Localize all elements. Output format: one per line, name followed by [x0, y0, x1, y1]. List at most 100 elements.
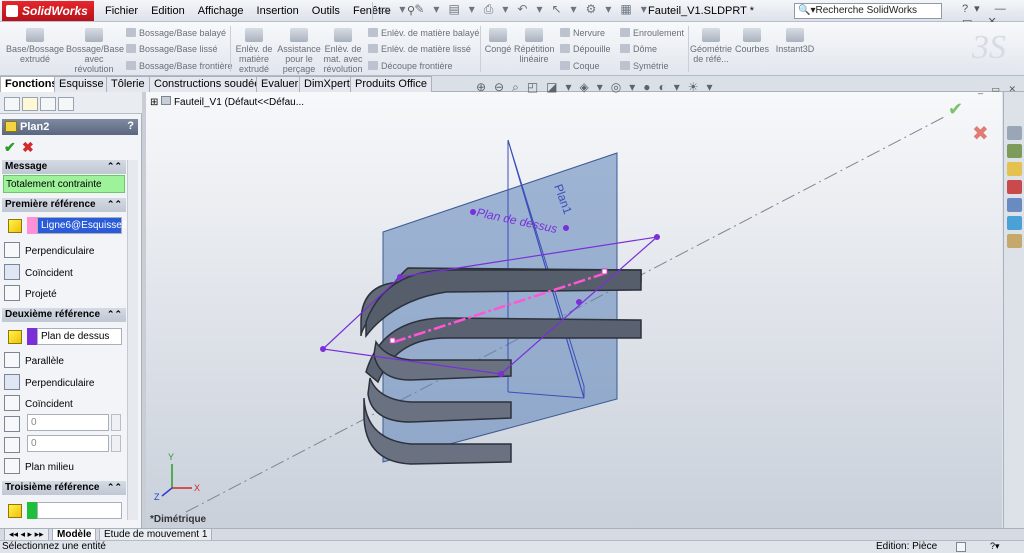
enroulement-button[interactable]: Enroulement: [620, 28, 684, 38]
confirm-corner-cancel-icon[interactable]: ✖: [972, 121, 989, 146]
menu-edition[interactable]: Edition: [151, 5, 185, 17]
bossage-revolution-button[interactable]: Bossage/Base avec révolution: [66, 28, 124, 74]
file-explorer-icon[interactable]: [1007, 162, 1022, 176]
svg-text:3S: 3S: [971, 29, 1006, 64]
view-palette-icon[interactable]: [1007, 198, 1022, 212]
geometrie-reference-button[interactable]: Géométrie de réfé...: [690, 28, 732, 64]
search-results-icon[interactable]: [1007, 180, 1022, 194]
tab-tolerie[interactable]: Tôlerie: [106, 76, 150, 92]
boundary-icon: [126, 61, 136, 70]
first-ref-projected-option[interactable]: Projeté: [4, 285, 57, 301]
instant3d-icon: [786, 28, 804, 42]
quick-access-toolbar[interactable]: ▭▾✎▾▤▾⎙▾↶▾↖▾⚙▾▦▾: [372, 2, 656, 20]
heads-up-view-toolbar[interactable]: ⊕⊖⌕◰◪▾◈▾◎▾●◐▾☀▾: [476, 80, 721, 95]
third-reference-field[interactable]: [37, 502, 122, 519]
title-bar: SolidWorks Fichier Edition Affichage Ins…: [0, 0, 1024, 28]
help-status-icon[interactable]: ?▾: [990, 541, 1000, 552]
hole-wizard-icon: [290, 28, 308, 42]
menu-outils[interactable]: Outils: [312, 5, 340, 17]
rebuild-icon[interactable]: [956, 542, 966, 552]
symetrie-button[interactable]: Symétrie: [620, 61, 669, 71]
dimxpert-manager-icon[interactable]: [58, 97, 74, 111]
configuration-manager-icon[interactable]: [40, 97, 56, 111]
tab-dimxpert[interactable]: DimXpert: [299, 76, 355, 92]
distance-input[interactable]: 0: [27, 435, 109, 452]
second-reference-section-header[interactable]: Deuxième référence ⌃⌃: [2, 308, 126, 322]
instant3d-button[interactable]: Instant3D: [774, 28, 816, 54]
dome-button[interactable]: Dôme: [620, 44, 657, 54]
property-manager-icon[interactable]: [22, 97, 38, 111]
repetition-lineaire-button[interactable]: Répétition linéaire: [514, 28, 555, 64]
first-reference-section-header[interactable]: Première référence ⌃⌃: [2, 198, 126, 212]
second-ref-perpendicular-option[interactable]: Perpendiculaire: [4, 374, 95, 390]
tab-produits-office[interactable]: Produits Office: [350, 76, 432, 92]
status-message: Sélectionnez une entité: [2, 541, 106, 552]
second-ref-parallel-option[interactable]: Parallèle: [4, 352, 64, 368]
enlev-balaye-button[interactable]: Enlèv. de matière balayé: [368, 28, 479, 38]
line-endpoint[interactable]: [601, 268, 608, 275]
message-section-header[interactable]: Message ⌃⌃: [2, 160, 126, 174]
solidworks-logo[interactable]: SolidWorks: [2, 1, 94, 21]
tab-evaluer[interactable]: Evaluer: [256, 76, 304, 92]
perpendicular-icon: [4, 242, 20, 258]
search-input[interactable]: 🔍▾Recherche SolidWorks: [794, 3, 942, 19]
help-button[interactable]: ?: [127, 120, 134, 132]
angle-input[interactable]: 0: [27, 414, 109, 431]
angle-option[interactable]: [4, 416, 25, 432]
loft-icon: [126, 44, 136, 53]
dome-icon: [620, 44, 630, 53]
collapse-icon[interactable]: ⌃⌃: [107, 199, 122, 210]
model-canvas[interactable]: Plan1 Plan de dessus Y X Z: [146, 92, 1002, 528]
feature-tree-icon[interactable]: [4, 97, 20, 111]
courbes-button[interactable]: Courbes: [734, 28, 770, 54]
decoupe-frontiere-button[interactable]: Découpe frontière: [368, 61, 453, 71]
menu-insertion[interactable]: Insertion: [257, 5, 299, 17]
menu-fichier[interactable]: Fichier: [105, 5, 138, 17]
bossage-frontiere-button[interactable]: Bossage/Base frontière: [126, 61, 233, 71]
ok-check-icon[interactable]: ✔: [4, 139, 16, 156]
confirm-corner-check-icon[interactable]: ✔: [948, 99, 963, 120]
feature-tree-flyout[interactable]: ⊞ Fauteil_V1 (Défaut<<Défau...: [150, 96, 304, 108]
tab-esquisse[interactable]: Esquisse: [54, 76, 109, 92]
depouille-button[interactable]: Dépouille: [560, 44, 611, 54]
menu-affichage[interactable]: Affichage: [198, 5, 244, 17]
tab-constructions-soudees[interactable]: Constructions soudées: [149, 76, 271, 92]
bossage-balaye-button[interactable]: Bossage/Base balayé: [126, 28, 226, 38]
expand-icon[interactable]: ⊞: [150, 97, 158, 108]
third-reference-section-header[interactable]: Troisième référence ⌃⌃: [2, 481, 126, 495]
line-endpoint[interactable]: [389, 337, 396, 344]
second-reference-field[interactable]: Plan de dessus: [37, 328, 122, 345]
first-reference-field[interactable]: Ligne6@Esquisse2: [37, 217, 127, 234]
panel-scrollbar[interactable]: [127, 160, 138, 520]
solidworks-resources-icon[interactable]: [1007, 126, 1022, 140]
rib-icon: [560, 28, 570, 37]
first-ref-coincident-option[interactable]: Coïncident: [4, 264, 73, 280]
base-bossage-extrude-button[interactable]: Base/Bossage extrudé: [6, 28, 64, 64]
distance-option[interactable]: [4, 437, 25, 453]
enlev-revolution-button[interactable]: Enlèv. de mat. avec révolution: [322, 28, 364, 74]
mid-plane-option[interactable]: Plan milieu: [4, 458, 74, 474]
custom-properties-icon[interactable]: [1007, 234, 1022, 248]
collapse-icon[interactable]: ⌃⌃: [107, 482, 122, 493]
collapse-icon[interactable]: ⌃⌃: [107, 309, 122, 320]
first-ref-perpendicular-option[interactable]: Perpendiculaire: [4, 242, 95, 258]
bossage-lisse-button[interactable]: Bossage/Base lissé: [126, 44, 218, 54]
collapse-icon[interactable]: ⌃⌃: [107, 161, 122, 172]
distance-spinner[interactable]: [111, 435, 121, 452]
coque-button[interactable]: Coque: [560, 61, 600, 71]
cut-extrude-icon: [245, 28, 263, 42]
cancel-x-icon[interactable]: ✖: [22, 139, 34, 156]
view-orientation-label: *Dimétrique: [150, 514, 207, 525]
enlev-extrude-button[interactable]: Enlèv. de matière extrudé: [234, 28, 274, 74]
assistance-percage-button[interactable]: Assistance pour le perçage: [276, 28, 322, 74]
conge-button[interactable]: Congé: [484, 28, 512, 54]
svg-text:Y: Y: [168, 452, 174, 462]
graphics-area[interactable]: Plan1 Plan de dessus Y X Z: [146, 92, 1002, 528]
angle-spinner[interactable]: [111, 414, 121, 431]
appearances-icon[interactable]: [1007, 216, 1022, 230]
second-ref-coincident-option[interactable]: Coïncident: [4, 395, 73, 411]
nervure-button[interactable]: Nervure: [560, 28, 605, 38]
design-library-icon[interactable]: [1007, 144, 1022, 158]
distance-icon: [4, 437, 20, 453]
enlev-lisse-button[interactable]: Enlèv. de matière lissé: [368, 44, 471, 54]
